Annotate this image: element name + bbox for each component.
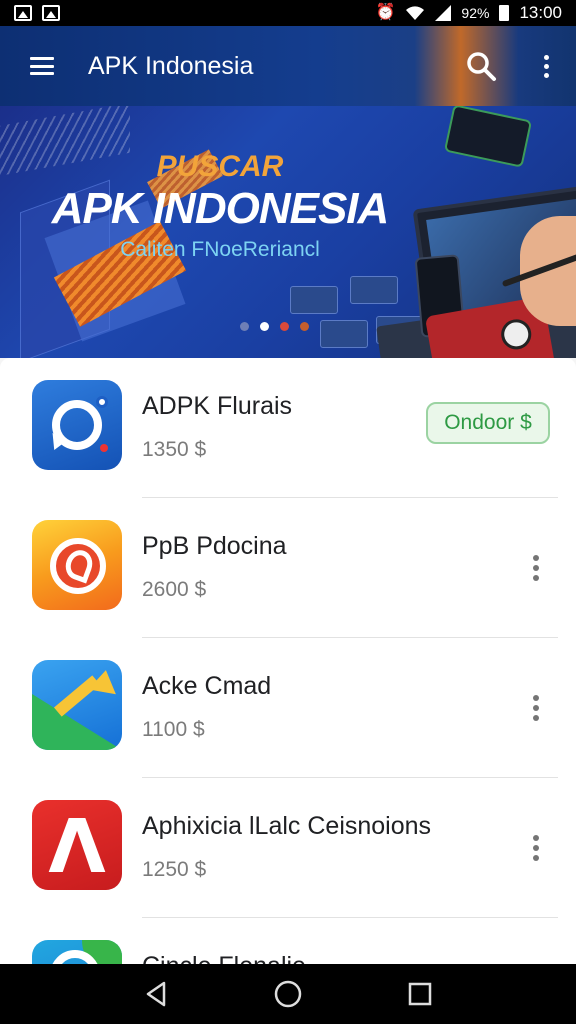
banner-title: APK INDONESIA bbox=[51, 184, 390, 233]
navigation-bar bbox=[0, 964, 576, 1024]
item-more-button[interactable] bbox=[522, 690, 550, 726]
menu-icon bbox=[30, 57, 54, 75]
item-more-button[interactable] bbox=[522, 830, 550, 866]
status-left bbox=[14, 5, 60, 21]
app-name: Cincle Flenalie bbox=[142, 952, 306, 964]
app-name: Aphixicia lLalc Ceisnoions bbox=[142, 812, 432, 840]
list-item[interactable]: PpB Pdocina 2600 $ bbox=[0, 498, 576, 638]
status-right: ⏰ 92% 13:00 bbox=[376, 3, 563, 23]
more-options-button[interactable] bbox=[516, 26, 576, 106]
teal-circle-icon bbox=[32, 940, 122, 964]
search-icon bbox=[467, 52, 496, 81]
carousel-dot[interactable] bbox=[280, 322, 289, 331]
red-lambda-icon: Λ bbox=[32, 800, 122, 890]
app-price: 1350 $ bbox=[142, 438, 207, 461]
app-price: 1100 $ bbox=[142, 718, 205, 741]
carousel-dot[interactable] bbox=[240, 322, 249, 331]
alarm-icon: ⏰ bbox=[375, 4, 396, 21]
home-button[interactable] bbox=[258, 964, 318, 1024]
recents-button[interactable] bbox=[390, 964, 450, 1024]
app-name: ADPK Flurais bbox=[142, 392, 293, 420]
carousel-indicator bbox=[240, 322, 309, 331]
banner-text: PUSCAR APK INDONESIA Caliten FNoeRerianc… bbox=[0, 150, 576, 262]
more-vert-icon bbox=[543, 54, 549, 78]
app-price: 1250 $ bbox=[142, 858, 207, 881]
signal-icon bbox=[435, 5, 452, 21]
orange-swirl-icon bbox=[32, 520, 122, 610]
more-vert-icon bbox=[533, 555, 539, 581]
back-icon bbox=[146, 981, 166, 1007]
menu-button[interactable] bbox=[0, 26, 84, 106]
home-icon bbox=[274, 980, 302, 1008]
list-item[interactable]: ADPK Flurais 1350 $ Ondoor $ bbox=[0, 358, 576, 498]
app-title: APK Indonesia bbox=[88, 51, 254, 80]
banner-subtitle: PUSCAR bbox=[156, 150, 284, 183]
recents-icon bbox=[408, 982, 432, 1006]
item-more-button[interactable] bbox=[522, 550, 550, 586]
image-icon bbox=[42, 5, 60, 21]
list-item[interactable]: Acke Cmad 1100 $ bbox=[0, 638, 576, 778]
status-bar: ⏰ 92% 13:00 bbox=[0, 0, 576, 26]
wifi-icon bbox=[406, 6, 425, 20]
list-item[interactable]: Λ Aphixicia lLalc Ceisnoions 1250 $ bbox=[0, 778, 576, 918]
install-button[interactable]: Ondoor $ bbox=[426, 402, 550, 444]
chat-bubble-icon bbox=[32, 380, 122, 470]
screen: ⏰ 92% 13:00 APK Indonesia PUSCAR APK IND… bbox=[0, 0, 576, 1024]
app-bar: APK Indonesia bbox=[0, 26, 576, 106]
image-icon bbox=[14, 5, 32, 21]
app-name: Acke Cmad bbox=[142, 672, 272, 700]
app-list: ADPK Flurais 1350 $ Ondoor $ PpB Pdocina… bbox=[0, 358, 576, 964]
clock: 13:00 bbox=[519, 3, 562, 22]
app-price: 2600 $ bbox=[142, 578, 207, 601]
list-item[interactable]: Cincle Flenalie bbox=[0, 918, 576, 964]
battery-percent: 92% bbox=[461, 5, 490, 21]
carousel-dot-active[interactable] bbox=[260, 322, 269, 331]
battery-icon bbox=[499, 5, 510, 21]
app-name: PpB Pdocina bbox=[142, 532, 287, 560]
carousel-dot[interactable] bbox=[300, 322, 309, 331]
more-vert-icon bbox=[533, 835, 539, 861]
banner-tagline: Caliten FNoeReriancl bbox=[120, 238, 320, 261]
back-button[interactable] bbox=[126, 964, 186, 1024]
more-vert-icon bbox=[533, 695, 539, 721]
search-button[interactable] bbox=[446, 26, 516, 106]
green-arrow-icon bbox=[32, 660, 122, 750]
promo-banner[interactable]: PUSCAR APK INDONESIA Caliten FNoeRerianc… bbox=[0, 106, 576, 358]
